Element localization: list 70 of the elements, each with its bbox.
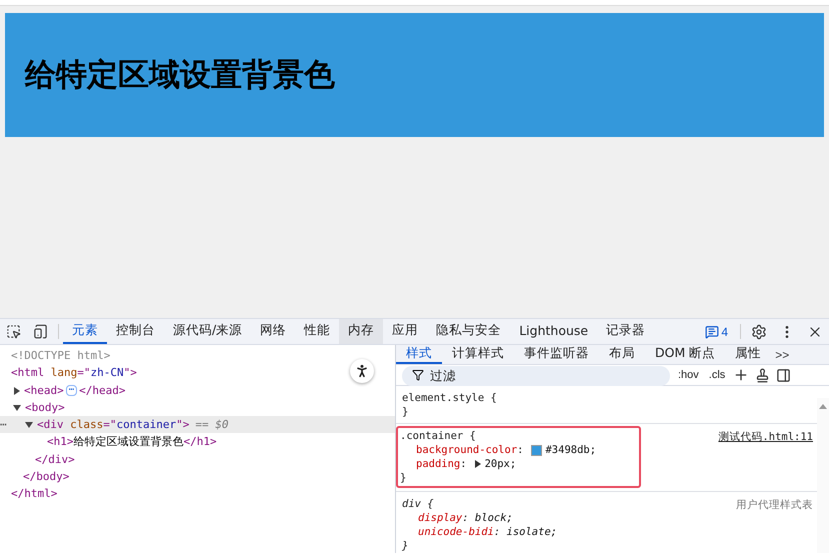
rule-selector: .container {	[400, 429, 476, 443]
filter-field[interactable]: 过滤	[402, 366, 670, 386]
node-reference: == $0	[195, 418, 228, 432]
property-value: block;	[474, 511, 513, 525]
property-value: 20px;	[484, 457, 516, 471]
more-tabs-button[interactable]: >>	[771, 345, 794, 364]
devtools-tab[interactable]: 性能	[295, 319, 340, 344]
colon: :	[494, 525, 500, 539]
dom-node-markup: <!DOCTYPE html>	[11, 349, 110, 362]
dom-node-markup: <h1>给特定区域设置背景色</h1>	[47, 435, 217, 448]
toggle-button[interactable]: .cls	[706, 369, 728, 381]
closing-brace: }	[400, 471, 406, 485]
colon: :	[462, 511, 469, 525]
closing-tag: </html>	[11, 487, 58, 500]
node-menu-marker[interactable]: ⋯	[0, 416, 7, 434]
dom-node-markup: <html lang="zh-CN">	[11, 366, 137, 380]
page-heading: 给特定区域设置背景色	[25, 56, 335, 95]
devtools-tab[interactable]: 源代码/来源	[164, 319, 252, 344]
collapsed-content-badge[interactable]: ⋯	[66, 385, 78, 396]
property-name: display	[418, 511, 462, 525]
styles-tab[interactable]: 布局	[599, 345, 645, 364]
closing-tag: </body>	[23, 470, 70, 484]
dom-node-markup: <body>	[25, 400, 65, 414]
toggle-button[interactable]: :hov	[676, 369, 701, 381]
issues-counter[interactable]: 4	[697, 319, 736, 344]
closing-brace: }	[402, 539, 408, 553]
dom-node-row[interactable]: <h1>给特定区域设置背景色</h1>	[0, 433, 395, 451]
disclosure-triangle-icon[interactable]	[14, 386, 20, 395]
filter-icon	[412, 369, 424, 381]
property-name: background-color	[416, 443, 518, 457]
styles-tab[interactable]: DOM 断点	[645, 345, 726, 364]
devtools-tab[interactable]: 内存	[339, 319, 384, 344]
colon: :	[460, 457, 467, 471]
message-icon	[705, 324, 720, 338]
stamp-icon[interactable]	[755, 368, 770, 382]
property-value: isolate;	[506, 525, 558, 539]
devtools-tab[interactable]: 应用	[383, 319, 428, 344]
colon: :	[517, 443, 524, 457]
property-value: #3498db;	[545, 443, 596, 457]
styles-tab[interactable]: 计算样式	[442, 345, 514, 364]
sidebar-toggle-icon[interactable]	[776, 368, 792, 382]
dom-node-row[interactable]: <!DOCTYPE html>	[0, 347, 395, 364]
dom-node-row[interactable]: ⋯ <div class="container"> == $0	[0, 416, 395, 434]
source-link[interactable]: 测试代码.html:11	[718, 430, 813, 444]
devtools-tab[interactable]: 隐私与安全	[427, 319, 510, 344]
accessibility-icon[interactable]	[350, 359, 374, 383]
devtools-tab[interactable]: Lighthouse	[510, 319, 598, 344]
dom-node-markup: <head>	[24, 384, 64, 397]
dom-node-markup: <div class="container">	[37, 418, 190, 432]
property-name: unicode-bidi	[418, 525, 494, 539]
disclosure-triangle-icon[interactable]	[25, 422, 33, 428]
stylesheet-origin-label: 用户代理样式表	[736, 498, 813, 512]
closing-brace: }	[402, 405, 408, 419]
styles-tab[interactable]: 事件监听器	[514, 345, 599, 364]
color-swatch[interactable]	[531, 444, 542, 456]
devtools-tab[interactable]: 控制台	[107, 319, 164, 344]
devtools-tab[interactable]: 网络	[251, 319, 296, 344]
dom-node-row[interactable]: <html lang="zh-CN">	[0, 364, 395, 382]
devtools-tab[interactable]: 元素	[63, 319, 107, 344]
rule-selector: div {	[402, 497, 434, 511]
devtools-tab[interactable]: 记录器	[597, 319, 654, 344]
property-name: padding	[416, 457, 460, 471]
scroll-up-icon[interactable]	[819, 404, 827, 409]
dom-node-row[interactable]: <head> ⋯ </head>	[0, 382, 395, 399]
closing-tag: </div>	[35, 452, 75, 466]
expand-triangle-icon[interactable]	[474, 460, 481, 468]
closing-tag: </head>	[79, 384, 126, 397]
rule-selector: element.style {	[402, 391, 497, 405]
styles-tab[interactable]: 样式	[396, 345, 442, 364]
styles-tab[interactable]: 属性	[725, 345, 772, 364]
